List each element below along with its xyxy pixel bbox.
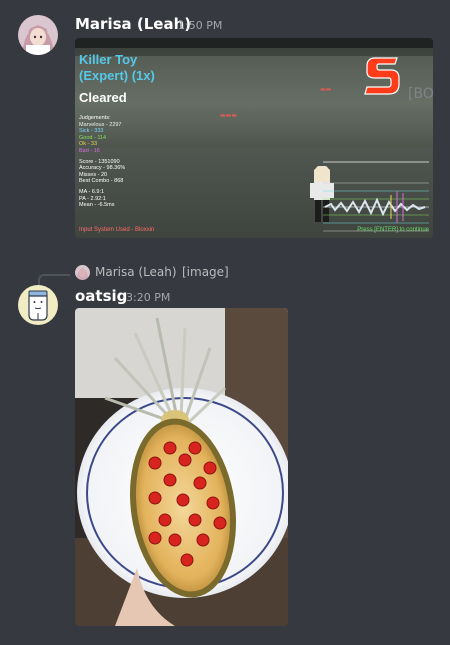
reply-username[interactable]: Marisa (Leah) (95, 265, 177, 279)
continue-prompt: Press [ENTER] to continue (357, 227, 429, 233)
username[interactable]: Marisa (Leah) (75, 15, 191, 33)
mean-offset: Mean - -6.5ms (79, 202, 115, 209)
avatar[interactable] (18, 285, 58, 325)
song-title: Killer Toy (Expert) (1x) (79, 52, 155, 83)
username[interactable]: oatsig (75, 287, 127, 305)
food-photo-attachment[interactable] (75, 308, 288, 626)
ma-ratio: MA - 6.9:1 (79, 188, 105, 195)
pa-ratio: PA - 2.92:1 (79, 195, 106, 202)
pineapple-pizza-image (75, 308, 288, 626)
avatar-anime-girl-icon (75, 265, 90, 280)
judgement-good: Good - 114 (79, 134, 107, 141)
judgement-bad: Bad - 16 (79, 147, 100, 154)
best-combo: Best Combo - 868 (79, 178, 124, 185)
judgement-marvelous: Marvelous - 2297 (79, 121, 122, 128)
misses: Misses - 20 (79, 171, 108, 178)
timestamp: 1:50 PM (178, 19, 223, 32)
reply-avatar[interactable] (75, 265, 90, 280)
game-logo-icon (364, 57, 400, 95)
clear-status: Cleared (79, 90, 127, 105)
results-panel: Judgements: Marvelous - 2297 Sick - 333 … (79, 115, 125, 209)
judgements-label: Judgements: (79, 115, 111, 121)
game-window-titlebar (75, 38, 433, 48)
reply-content-link[interactable]: [image] (182, 265, 229, 279)
accuracy: Accuracy - 98.36% (79, 165, 126, 172)
avatar[interactable] (18, 15, 58, 55)
avatar-anime-girl-icon (18, 15, 58, 55)
game-screenshot-attachment[interactable]: ▬▬▬ ▬▬ Killer Toy (Expert) (1x) Cleared … (75, 38, 433, 238)
input-system-text: Input System Used - Bloxxin (79, 227, 155, 233)
timestamp: 3:20 PM (126, 291, 171, 304)
game-bracket-text: [BO (408, 86, 433, 102)
score: Score - 1351090 (79, 158, 120, 165)
avatar-tooth-icon (18, 285, 58, 325)
game-scene-sign: ▬▬▬ (220, 112, 238, 119)
judgement-sick: Sick - 333 (79, 128, 104, 135)
judgement-ok: Ok - 33 (79, 141, 98, 148)
game-scene-sign: ▬▬ (320, 86, 332, 93)
